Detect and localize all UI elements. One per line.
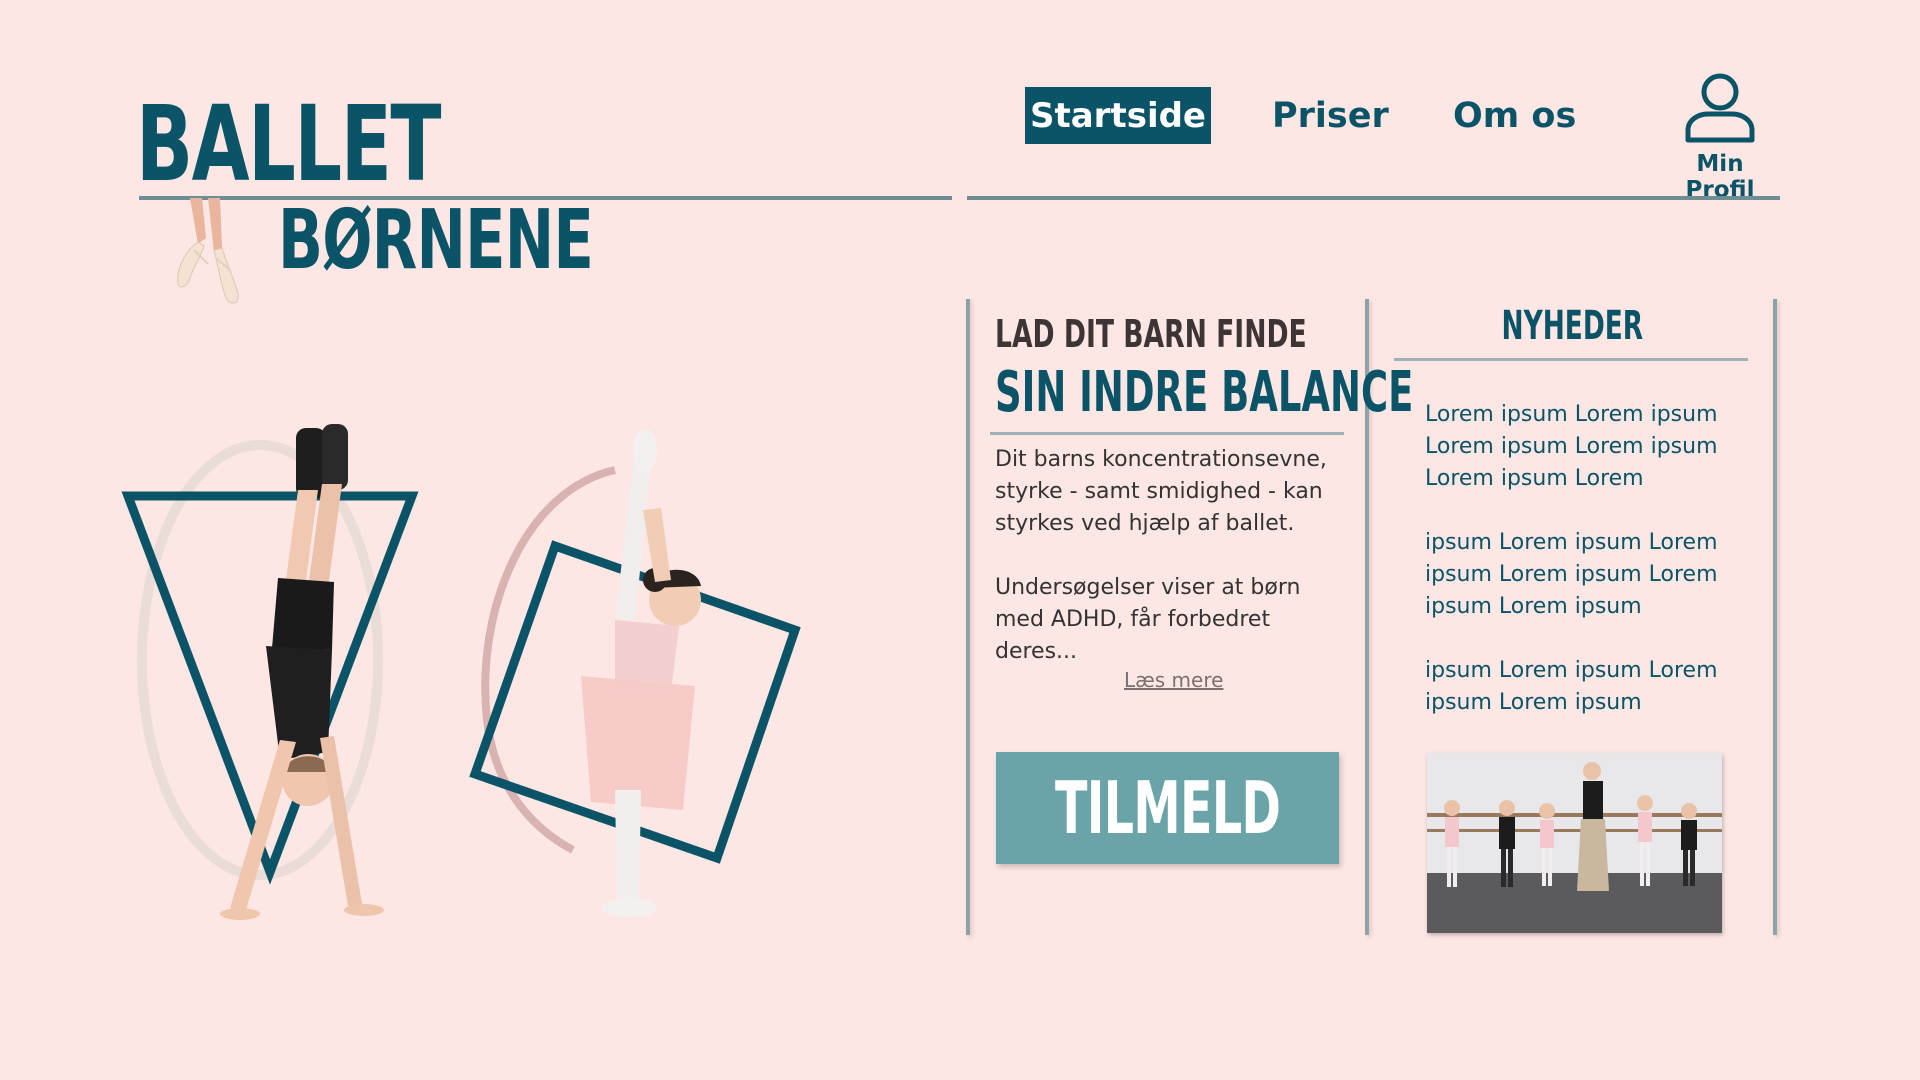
ballet-shoes-icon: [168, 198, 248, 308]
hero-image-handstand: [110, 420, 490, 930]
logo-bornene: BØRNENE: [278, 193, 594, 288]
column-border-3: [1773, 299, 1777, 935]
news-item[interactable]: ipsum Lorem ipsum Lorem ipsum Lorem ipsu…: [1425, 655, 1745, 719]
hero-image-ballerina: [465, 428, 805, 930]
nav-startside[interactable]: Startside: [1025, 87, 1211, 144]
news-photo-ballet-class[interactable]: [1427, 753, 1722, 933]
nav-priser[interactable]: Priser: [1272, 96, 1389, 136]
read-more-link[interactable]: Læs mere: [1124, 668, 1223, 692]
signup-label: TILMELD: [1054, 766, 1281, 850]
article-pretitle: LAD DIT BARN FINDE: [995, 312, 1307, 356]
header-rule-right: [967, 196, 1780, 200]
article-paragraph-2: Undersøgelser viser at børn med ADHD, få…: [995, 575, 1301, 664]
news-heading: NYHEDER: [1501, 303, 1643, 349]
logo-ballet: BALLET: [136, 83, 441, 205]
news-rule: [1394, 358, 1748, 361]
news-item[interactable]: Lorem ipsum Lorem ipsum Lorem ipsum Lore…: [1425, 399, 1745, 495]
article-rule: [990, 432, 1344, 435]
user-profile-icon: [1685, 73, 1755, 143]
signup-button[interactable]: TILMELD: [996, 752, 1339, 864]
profile-link[interactable]: Min Profil: [1660, 70, 1780, 203]
nav-om-os[interactable]: Om os: [1453, 96, 1576, 136]
column-border-1: [966, 299, 970, 935]
article-paragraph-1: Dit barns koncentrationsevne, styrke - s…: [995, 447, 1327, 536]
news-item[interactable]: ipsum Lorem ipsum Lorem ipsum Lorem ipsu…: [1425, 527, 1745, 623]
article-title: SIN INDRE BALANCE: [995, 360, 1414, 425]
